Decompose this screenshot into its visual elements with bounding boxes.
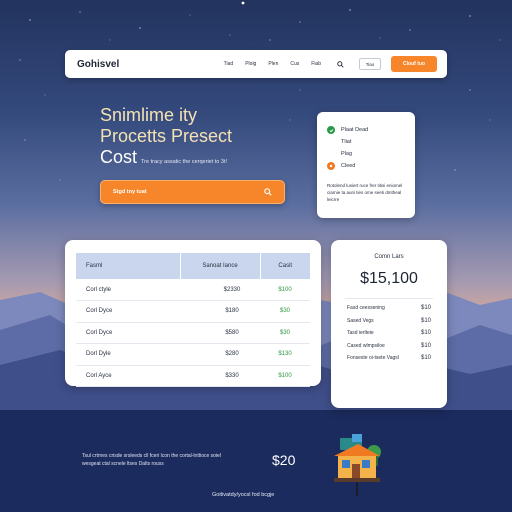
options-note: Rotolend lusiert ruce frer titisi eniome… (327, 183, 403, 202)
circle-icon (327, 162, 335, 170)
table-row[interactable]: Corl Dyce $580 $30 (76, 322, 310, 344)
summary-row-value: $10 (420, 330, 431, 336)
option-label: Tliat (341, 139, 352, 145)
table-row[interactable]: Corl Ayce $330 $100 (76, 365, 310, 387)
hero-search-bar[interactable]: Stgd tny tuat (100, 180, 285, 204)
summary-row-value: $10 (420, 317, 431, 324)
cost-table: Fasml Sanoat Iance Casit Corl ctyle $233… (76, 253, 310, 387)
summary-row: Fonseste oi-tsete Vagsl $10 (343, 355, 435, 368)
option-label: Plaat Dead (341, 127, 369, 133)
column-header-name[interactable]: Fasml (76, 253, 181, 279)
row-cost: $30 (260, 300, 310, 323)
search-icon[interactable] (262, 186, 274, 198)
hero-description: Tre tracy assatic the cerqeriet to 3t! (141, 159, 228, 165)
row-cost: $130 (260, 343, 310, 366)
summary-row-label: Sased Vegs (347, 317, 374, 324)
nav-link-2[interactable]: Ploig (245, 61, 256, 67)
house-illustration (334, 434, 381, 496)
footer-tagline: Goitivatdy/yocsl fod bcgje (212, 492, 275, 498)
row-name: Dorl Dyle (76, 343, 180, 366)
option-item[interactable]: Plag (327, 148, 405, 160)
login-button[interactable]: Tiao (359, 58, 381, 70)
option-item[interactable]: Tliat (327, 136, 405, 148)
divider (345, 298, 433, 299)
summary-row: Tasd ierlteie $10 (343, 330, 435, 343)
cost-table-card: Fasml Sanoat Iance Casit Corl ctyle $233… (65, 240, 321, 387)
search-icon[interactable] (335, 59, 345, 69)
column-header-amount[interactable]: Sanoat Iance (180, 253, 261, 279)
column-header-cost[interactable]: Casit (260, 253, 310, 279)
options-card: Plaat Dead Tliat Plag Cleed Rotolend lus… (317, 112, 415, 218)
check-circle-icon (327, 126, 335, 134)
footer-price: $20 (272, 452, 296, 468)
row-amount: $330 (180, 365, 260, 387)
row-amount: $180 (180, 300, 260, 323)
top-navbar: Gohisvel Tiad Ploig Plen Cus Fiab Tiao C… (65, 50, 447, 78)
hero-subtitle-row: Cost Tre tracy assatic the cerqeriet to … (100, 147, 227, 168)
summary-row-label: Cased wlmpsiloe (347, 342, 385, 349)
option-item[interactable]: Plaat Dead (327, 124, 405, 136)
nav-link-5[interactable]: Fiab (311, 61, 321, 67)
summary-total: $15,100 (360, 270, 418, 287)
row-amount: $2330 (180, 279, 260, 301)
summary-card: Comn Lars $15,100 Fasd ceexsening $10 Sa… (331, 240, 447, 408)
summary-row-value: $10 (420, 342, 431, 349)
cta-button[interactable]: Clouf tuo (391, 56, 437, 72)
row-name: Corl Dyce (76, 300, 180, 323)
search-placeholder[interactable]: Stgd tny tuat (113, 189, 147, 195)
row-name: Corl Dyce (76, 322, 180, 344)
table-row[interactable]: Dorl Dyle $280 $130 (76, 343, 310, 366)
summary-row-label: Fonseste oi-tsete Vagsl (347, 355, 399, 361)
footer-text: Tsul crtrnes crisde srsleeds cll fceri l… (82, 453, 221, 467)
summary-row: Sased Vegs $10 (343, 318, 435, 331)
summary-row: Cased wlmpsiloe $10 (343, 343, 435, 356)
row-name: Corl Ayce (76, 365, 180, 387)
table-header-row: Fasml Sanoat Iance Casit (76, 253, 310, 279)
nav-link-1[interactable]: Tiad (224, 61, 234, 67)
row-cost: $100 (260, 279, 310, 301)
summary-title: Comn Lars (374, 254, 404, 260)
row-amount: $580 (180, 322, 260, 344)
nav-link-4[interactable]: Cus (290, 61, 299, 67)
table-row[interactable]: Corl Dyce $180 $30 (76, 300, 310, 323)
table-row[interactable]: Corl ctyle $2330 $100 (76, 279, 310, 301)
option-label: Cleed (341, 163, 356, 169)
row-cost: $30 (260, 322, 310, 344)
summary-row: Fasd ceexsening $10 (343, 305, 435, 318)
brand-logo[interactable]: Gohisvel (77, 59, 119, 70)
nav-links: Tiad Ploig Plen Cus Fiab (224, 59, 345, 69)
summary-row-label: Fasd ceexsening (347, 305, 385, 311)
row-amount: $280 (180, 343, 260, 366)
row-name: Corl ctyle (76, 279, 180, 301)
summary-row-label: Tasd ierlteie (347, 330, 374, 336)
hero-title-line-1: Snimlime ity (100, 105, 198, 125)
hero-title-cost: Cost (100, 147, 138, 167)
summary-row-value: $10 (420, 305, 431, 311)
nav-link-3[interactable]: Plen (268, 61, 278, 67)
option-item[interactable]: Cleed (327, 160, 405, 172)
summary-row-value: $10 (420, 355, 431, 361)
hero-title: Snimlime ity Procetts Presect (100, 105, 280, 147)
row-cost: $100 (260, 365, 310, 387)
option-label: Plag (341, 151, 353, 157)
hero-title-line-2: Procetts Presect (100, 126, 233, 146)
